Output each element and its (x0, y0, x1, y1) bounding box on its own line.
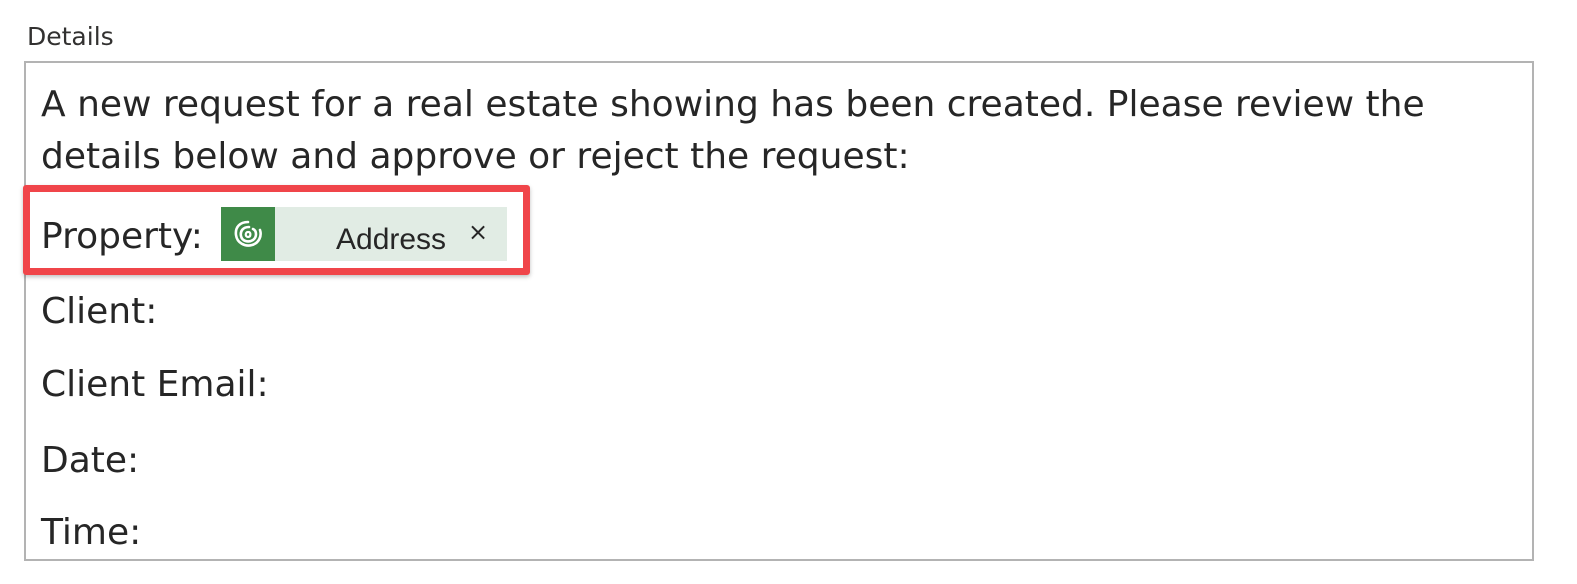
intro-text: A new request for a real estate showing … (41, 84, 1425, 177)
client-email-line-label: Client Email: (41, 364, 269, 405)
details-field-label: Details (27, 22, 114, 51)
details-rich-text-editor[interactable]: A new request for a real estate showing … (24, 61, 1534, 561)
date-line-label: Date: (41, 440, 140, 481)
highlight-annotation-box (23, 185, 530, 275)
time-line-label: Time: (41, 512, 142, 553)
client-line-label: Client: (41, 291, 158, 332)
